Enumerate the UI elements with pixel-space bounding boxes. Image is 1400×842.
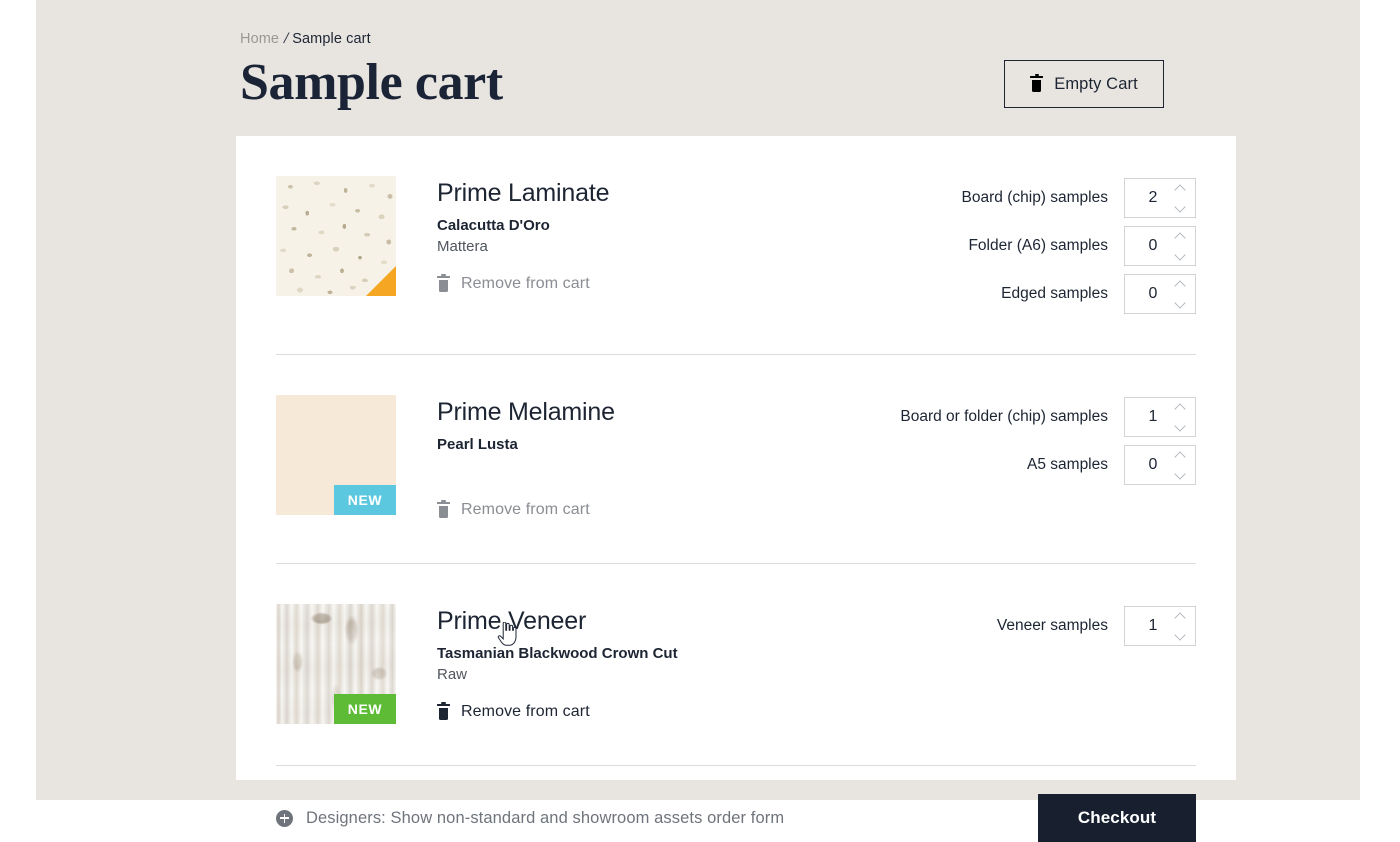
breadcrumb-home-link[interactable]: Home — [240, 31, 279, 47]
quantity-spinner[interactable] — [1175, 404, 1187, 430]
quantity-line: Veneer samples 1 — [997, 606, 1196, 646]
quantity-spinner[interactable] — [1175, 613, 1187, 639]
product-swatch[interactable]: NEW — [276, 395, 396, 515]
product-colour: Pearl Lusta — [437, 436, 518, 453]
quantity-label: Board or folder (chip) samples — [900, 408, 1108, 425]
trash-icon — [437, 500, 450, 518]
product-colour: Calacutta D'Oro — [437, 217, 550, 234]
designers-order-form-label: Designers: Show non-standard and showroo… — [306, 809, 785, 827]
quantity-label: Board (chip) samples — [961, 189, 1108, 206]
quantity-line: A5 samples 0 — [900, 445, 1196, 485]
empty-cart-label: Empty Cart — [1054, 74, 1138, 93]
chevron-up-icon[interactable] — [1175, 281, 1185, 287]
chevron-up-icon[interactable] — [1175, 185, 1185, 191]
quantity-label: A5 samples — [1027, 456, 1108, 473]
remove-from-cart-link[interactable]: Remove from cart — [437, 500, 590, 520]
new-badge: NEW — [334, 485, 396, 515]
cart-row: Prime Laminate Calacutta D'Oro Mattera Remo… — [276, 136, 1196, 355]
new-badge: NEW — [334, 694, 396, 724]
cart-row: NEW Prime Veneer Tasmanian Blackwood Crown… — [276, 564, 1196, 766]
breadcrumb-current: Sample cart — [292, 31, 371, 47]
cart-row: NEW Prime Melamine Pearl Lusta Remove from … — [276, 355, 1196, 564]
quantity-label: Edged samples — [1001, 285, 1108, 302]
trash-icon — [437, 274, 450, 292]
remove-from-cart-label: Remove from cart — [461, 275, 590, 292]
product-finish: Raw — [437, 666, 468, 683]
quantity-line: Board or folder (chip) samples 1 — [900, 397, 1196, 437]
designers-order-form-link[interactable]: Designers: Show non-standard and showroo… — [276, 807, 784, 829]
checkout-button[interactable]: Checkout — [1038, 794, 1196, 842]
quantity-group: Board (chip) samples 2 Folder (A6) samples… — [962, 176, 1196, 314]
quantity-label: Veneer samples — [996, 617, 1108, 634]
quantity-line: Board (chip) samples 2 — [962, 178, 1196, 218]
product-name[interactable]: Prime Melamine — [437, 397, 900, 427]
page-background: Home / Sample cart Sample cart Empty Cart … — [36, 0, 1360, 842]
quantity-spinner[interactable] — [1175, 233, 1187, 259]
chevron-up-icon[interactable] — [1175, 233, 1185, 239]
plus-circle-icon — [276, 809, 293, 827]
trash-icon — [437, 702, 450, 720]
remove-from-cart-link[interactable]: Remove from cart — [437, 274, 590, 294]
quantity-line: Edged samples 0 — [962, 274, 1196, 314]
remove-from-cart-label: Remove from cart — [461, 501, 590, 518]
quantity-spinner[interactable] — [1175, 281, 1187, 307]
chevron-down-icon[interactable] — [1175, 424, 1185, 430]
chevron-down-icon[interactable] — [1175, 472, 1185, 478]
cart-row-list: Prime Laminate Calacutta D'Oro Mattera Remo… — [236, 136, 1236, 766]
swatch-corner-flag — [366, 266, 396, 296]
product-colour: Tasmanian Blackwood Crown Cut — [437, 645, 678, 662]
product-name[interactable]: Prime Veneer — [437, 606, 997, 636]
quantity-group: Board or folder (chip) samples 1 A5 sample… — [900, 395, 1196, 485]
chevron-up-icon[interactable] — [1175, 452, 1185, 458]
chevron-up-icon[interactable] — [1175, 404, 1185, 410]
product-info: Prime Veneer Tasmanian Blackwood Crown Cu… — [396, 604, 997, 725]
product-swatch[interactable]: NEW — [276, 604, 396, 724]
remove-from-cart-link[interactable]: Remove from cart — [437, 702, 590, 722]
quantity-group: Veneer samples 1 — [997, 604, 1196, 646]
product-finish: Mattera — [437, 238, 488, 255]
product-name[interactable]: Prime Laminate — [437, 178, 962, 208]
empty-cart-button[interactable]: Empty Cart — [1004, 60, 1164, 108]
product-info: Prime Melamine Pearl Lusta Remove from car… — [396, 395, 900, 523]
quantity-line: Folder (A6) samples 0 — [962, 226, 1196, 266]
cart-card: Prime Laminate Calacutta D'Oro Mattera Remo… — [236, 136, 1236, 842]
page-header: Home / Sample cart Sample cart Empty Cart — [240, 30, 1164, 120]
quantity-label: Folder (A6) samples — [968, 237, 1108, 254]
product-info: Prime Laminate Calacutta D'Oro Mattera Remo… — [396, 176, 962, 297]
remove-from-cart-label: Remove from cart — [461, 703, 590, 720]
chevron-down-icon[interactable] — [1175, 633, 1185, 639]
chevron-down-icon[interactable] — [1175, 301, 1185, 307]
product-swatch[interactable] — [276, 176, 396, 296]
cart-footer: Designers: Show non-standard and showroo… — [236, 794, 1236, 842]
quantity-stepper[interactable]: 1 — [1124, 606, 1196, 646]
breadcrumb: Home / Sample cart — [240, 30, 1164, 48]
chevron-down-icon[interactable] — [1175, 205, 1185, 211]
quantity-stepper[interactable]: 0 — [1124, 274, 1196, 314]
chevron-up-icon[interactable] — [1175, 613, 1185, 619]
chevron-down-icon[interactable] — [1175, 253, 1185, 259]
quantity-spinner[interactable] — [1175, 452, 1187, 478]
quantity-spinner[interactable] — [1175, 185, 1187, 211]
quantity-stepper[interactable]: 0 — [1124, 226, 1196, 266]
quantity-stepper[interactable]: 2 — [1124, 178, 1196, 218]
quantity-stepper[interactable]: 1 — [1124, 397, 1196, 437]
breadcrumb-separator: / — [282, 31, 291, 47]
trash-icon — [1030, 74, 1044, 92]
quantity-stepper[interactable]: 0 — [1124, 445, 1196, 485]
